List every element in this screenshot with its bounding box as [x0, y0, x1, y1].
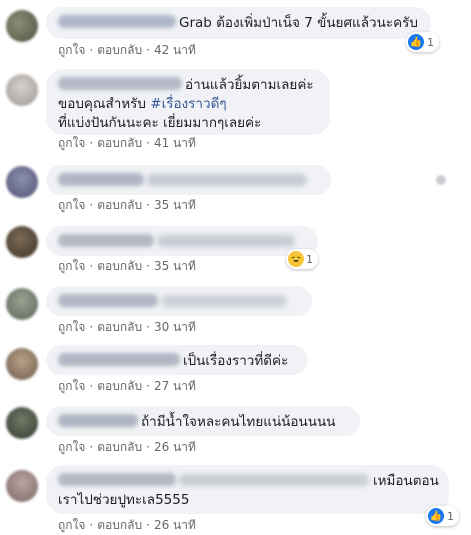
comment-text-line1: เหมือนตอน	[373, 473, 439, 489]
reply-link[interactable]: ตอบกลับ	[97, 136, 142, 150]
comment-timestamp[interactable]: 30 นาที	[154, 320, 196, 334]
comment-timestamp[interactable]: 27 นาที	[154, 379, 196, 393]
comment-bubble	[46, 165, 331, 195]
comment-timestamp[interactable]: 42 นาที	[154, 43, 196, 57]
comment-text: Grab ต้องเพิ่มป่าเน็จ 7 ขั้นยศแล้วนะครับ	[179, 15, 418, 31]
comment-actions: ถูกใจ · ตอบกลับ · 26 นาที	[58, 440, 196, 454]
avatar[interactable]	[6, 407, 38, 439]
comment-text-line1: อ่านแล้วยิ้มตามเลยค่ะ	[185, 77, 314, 93]
comment-bubble: เป็นเรื่องราวที่ดีค่ะ	[46, 345, 308, 375]
like-link[interactable]: ถูกใจ	[58, 43, 85, 57]
comment-bubble: อ่านแล้วยิ้มตามเลยค่ะ ขอบคุณสำหรับ #เรื่…	[46, 69, 330, 135]
avatar[interactable]	[6, 470, 38, 502]
comment-timestamp[interactable]: 26 นาที	[154, 518, 196, 532]
haha-icon	[288, 251, 304, 267]
commenter-name[interactable]	[58, 77, 182, 90]
like-icon: 👍	[408, 34, 424, 50]
more-options-icon[interactable]	[436, 175, 446, 185]
like-icon: 👍	[428, 508, 444, 524]
comment-bubble	[46, 226, 318, 256]
avatar[interactable]	[6, 288, 38, 320]
like-link[interactable]: ถูกใจ	[58, 379, 85, 393]
reply-link[interactable]: ตอบกลับ	[97, 320, 142, 334]
comment-bubble	[46, 286, 312, 316]
comment-text-blurred	[179, 474, 369, 486]
like-link[interactable]: ถูกใจ	[58, 136, 85, 150]
comment-actions: ถูกใจ · ตอบกลับ · 27 นาที	[58, 379, 196, 393]
avatar[interactable]	[6, 226, 38, 258]
reaction-badge[interactable]: 👍 1	[406, 32, 439, 52]
reply-link[interactable]: ตอบกลับ	[97, 259, 142, 273]
commenter-name[interactable]	[58, 473, 176, 486]
like-link[interactable]: ถูกใจ	[58, 320, 85, 334]
reaction-badge[interactable]: 👍 1	[426, 506, 459, 526]
comment-actions: ถูกใจ · ตอบกลับ · 26 นาที	[58, 518, 196, 532]
comment-actions: ถูกใจ · ตอบกลับ · 35 นาที	[58, 198, 196, 212]
reaction-count: 1	[306, 252, 313, 266]
reply-link[interactable]: ตอบกลับ	[97, 198, 142, 212]
commenter-name[interactable]	[58, 353, 180, 366]
avatar[interactable]	[6, 74, 38, 106]
comment-timestamp[interactable]: 35 นาที	[154, 259, 196, 273]
commenter-name[interactable]	[58, 15, 176, 28]
comment-bubble: เหมือนตอน เราไปช่วยปูทะเล5555	[46, 465, 449, 514]
avatar[interactable]	[6, 166, 38, 198]
comment-text	[147, 174, 307, 186]
comment-text: ถ้ามีน้ำใจหละคนไทยแน่น้อนนนน	[141, 414, 336, 430]
reply-link[interactable]: ตอบกลับ	[97, 379, 142, 393]
reply-link[interactable]: ตอบกลับ	[97, 43, 142, 57]
comment-text	[157, 235, 295, 247]
reaction-count: 1	[447, 509, 454, 523]
comment-text-line2: ขอบคุณสำหรับ	[58, 96, 151, 112]
comment-actions: ถูกใจ · ตอบกลับ · 35 นาที	[58, 259, 196, 273]
comment-text-line3: ที่แบ่งปันกันนะคะ เยี่ยมมากๆเลยค่ะ	[58, 115, 262, 131]
avatar[interactable]	[6, 348, 38, 380]
comment-bubble: ถ้ามีน้ำใจหละคนไทยแน่น้อนนนน	[46, 406, 360, 436]
comment-actions: ถูกใจ · ตอบกลับ · 42 นาที	[58, 43, 196, 57]
commenter-name[interactable]	[58, 414, 138, 427]
comment-text-line2: เราไปช่วยปูทะเล5555	[58, 492, 190, 508]
reaction-badge[interactable]: 1	[286, 249, 318, 269]
commenter-name[interactable]	[58, 234, 154, 247]
reply-link[interactable]: ตอบกลับ	[97, 440, 142, 454]
comment-actions: ถูกใจ · ตอบกลับ · 41 นาที	[58, 136, 196, 150]
like-link[interactable]: ถูกใจ	[58, 440, 85, 454]
reaction-count: 1	[427, 35, 434, 49]
comment-timestamp[interactable]: 26 นาที	[154, 440, 196, 454]
like-link[interactable]: ถูกใจ	[58, 518, 85, 532]
hashtag-link[interactable]: #เรื่องราวดีๆ	[150, 96, 226, 112]
reply-link[interactable]: ตอบกลับ	[97, 518, 142, 532]
commenter-name[interactable]	[58, 294, 158, 307]
like-link[interactable]: ถูกใจ	[58, 198, 85, 212]
comment-timestamp[interactable]: 35 นาที	[154, 198, 196, 212]
commenter-name[interactable]	[58, 173, 144, 186]
comment-actions: ถูกใจ · ตอบกลับ · 30 นาที	[58, 320, 196, 334]
like-link[interactable]: ถูกใจ	[58, 259, 85, 273]
comment-text	[161, 295, 287, 307]
comment-text: เป็นเรื่องราวที่ดีค่ะ	[183, 353, 289, 369]
avatar[interactable]	[6, 10, 38, 42]
comment-bubble: Grab ต้องเพิ่มป่าเน็จ 7 ขั้นยศแล้วนะครับ	[46, 7, 431, 39]
comment-timestamp[interactable]: 41 นาที	[154, 136, 196, 150]
